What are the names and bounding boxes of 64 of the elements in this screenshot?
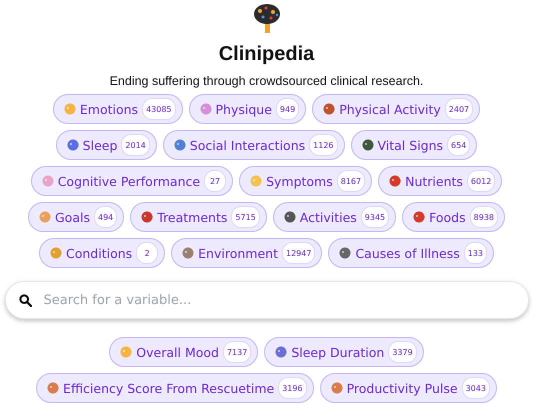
category-chip[interactable]: Cognitive Performance 27	[30, 166, 234, 196]
category-chip[interactable]: Conditions 2	[38, 238, 166, 268]
category-chip[interactable]: Productivity Pulse 3043	[320, 373, 497, 403]
count-badge: 8167	[336, 170, 366, 192]
category-chip[interactable]: Physique 949	[188, 94, 306, 124]
category-chip[interactable]: Overall Mood 7137	[109, 337, 258, 367]
count-badge: 2	[136, 242, 158, 264]
count-badge: 1126	[309, 134, 338, 156]
category-chip[interactable]: Causes of Illness 133	[328, 238, 494, 268]
emoji-icon	[362, 139, 374, 151]
emoji-icon	[174, 139, 186, 151]
count-badge: 9345	[360, 206, 390, 228]
count-badge: 2407	[444, 98, 474, 120]
count-badge: 3379	[388, 341, 417, 363]
category-chip[interactable]: Sleep Duration 3379	[264, 337, 424, 367]
count-badge: 6012	[466, 170, 496, 192]
emoji-icon	[39, 211, 51, 223]
count-badge: 654	[447, 134, 470, 156]
emoji-icon	[64, 103, 76, 115]
emoji-icon	[250, 175, 262, 187]
count-badge: 43085	[142, 98, 176, 120]
emoji-icon	[330, 382, 343, 394]
category-chip[interactable]: Sleep 2014	[56, 130, 157, 160]
category-chip[interactable]: Treatments 5715	[130, 202, 267, 232]
emoji-icon	[42, 175, 54, 187]
category-chip[interactable]: Vital Signs 654	[350, 130, 478, 160]
count-badge: 494	[94, 206, 118, 228]
count-badge: 3196	[278, 377, 307, 399]
count-badge: 3043	[462, 377, 490, 399]
category-chip[interactable]: Social Interactions 1126	[162, 130, 344, 160]
category-chip[interactable]: Foods 8938	[402, 202, 505, 232]
category-chip[interactable]: Efficiency Score From Rescuetime 3196	[36, 373, 314, 403]
count-badge: 5715	[231, 206, 260, 228]
category-chip[interactable]: Physical Activity 2407	[312, 94, 480, 124]
emoji-icon	[120, 346, 132, 358]
count-badge: 8938	[470, 206, 498, 228]
category-chip[interactable]: Symptoms 8167	[239, 166, 372, 196]
app-title: Clinipedia	[218, 43, 314, 66]
search-field[interactable]: Search for a variable...	[4, 281, 528, 319]
count-badge: 2014	[121, 134, 150, 156]
emoji-icon	[323, 103, 336, 115]
category-chip[interactable]: Nutrients 6012	[378, 166, 502, 196]
count-badge: 12947	[282, 242, 316, 264]
count-badge: 7137	[222, 341, 252, 363]
count-badge: 949	[276, 98, 300, 120]
category-chip[interactable]: Emotions 43085	[52, 94, 183, 124]
category-chip[interactable]: Environment 12947	[171, 238, 322, 268]
count-badge: 133	[464, 242, 488, 264]
category-chip[interactable]: Activities 9345	[272, 202, 396, 232]
emoji-icon	[50, 247, 62, 259]
emoji-icon	[413, 211, 426, 223]
emoji-icon	[200, 103, 212, 115]
count-badge: 27	[204, 170, 226, 192]
search-icon	[18, 294, 32, 307]
emoji-icon	[275, 346, 288, 358]
emoji-icon	[182, 247, 194, 259]
emoji-icon	[339, 247, 352, 259]
emoji-icon	[47, 382, 60, 394]
category-chip[interactable]: Goals 494	[28, 202, 124, 232]
emoji-icon	[66, 139, 79, 151]
emoji-icon	[284, 211, 296, 223]
tagline: Ending suffering through crowdsourced clinical research.	[110, 74, 424, 88]
emoji-icon	[141, 211, 154, 223]
emoji-icon	[389, 175, 402, 187]
